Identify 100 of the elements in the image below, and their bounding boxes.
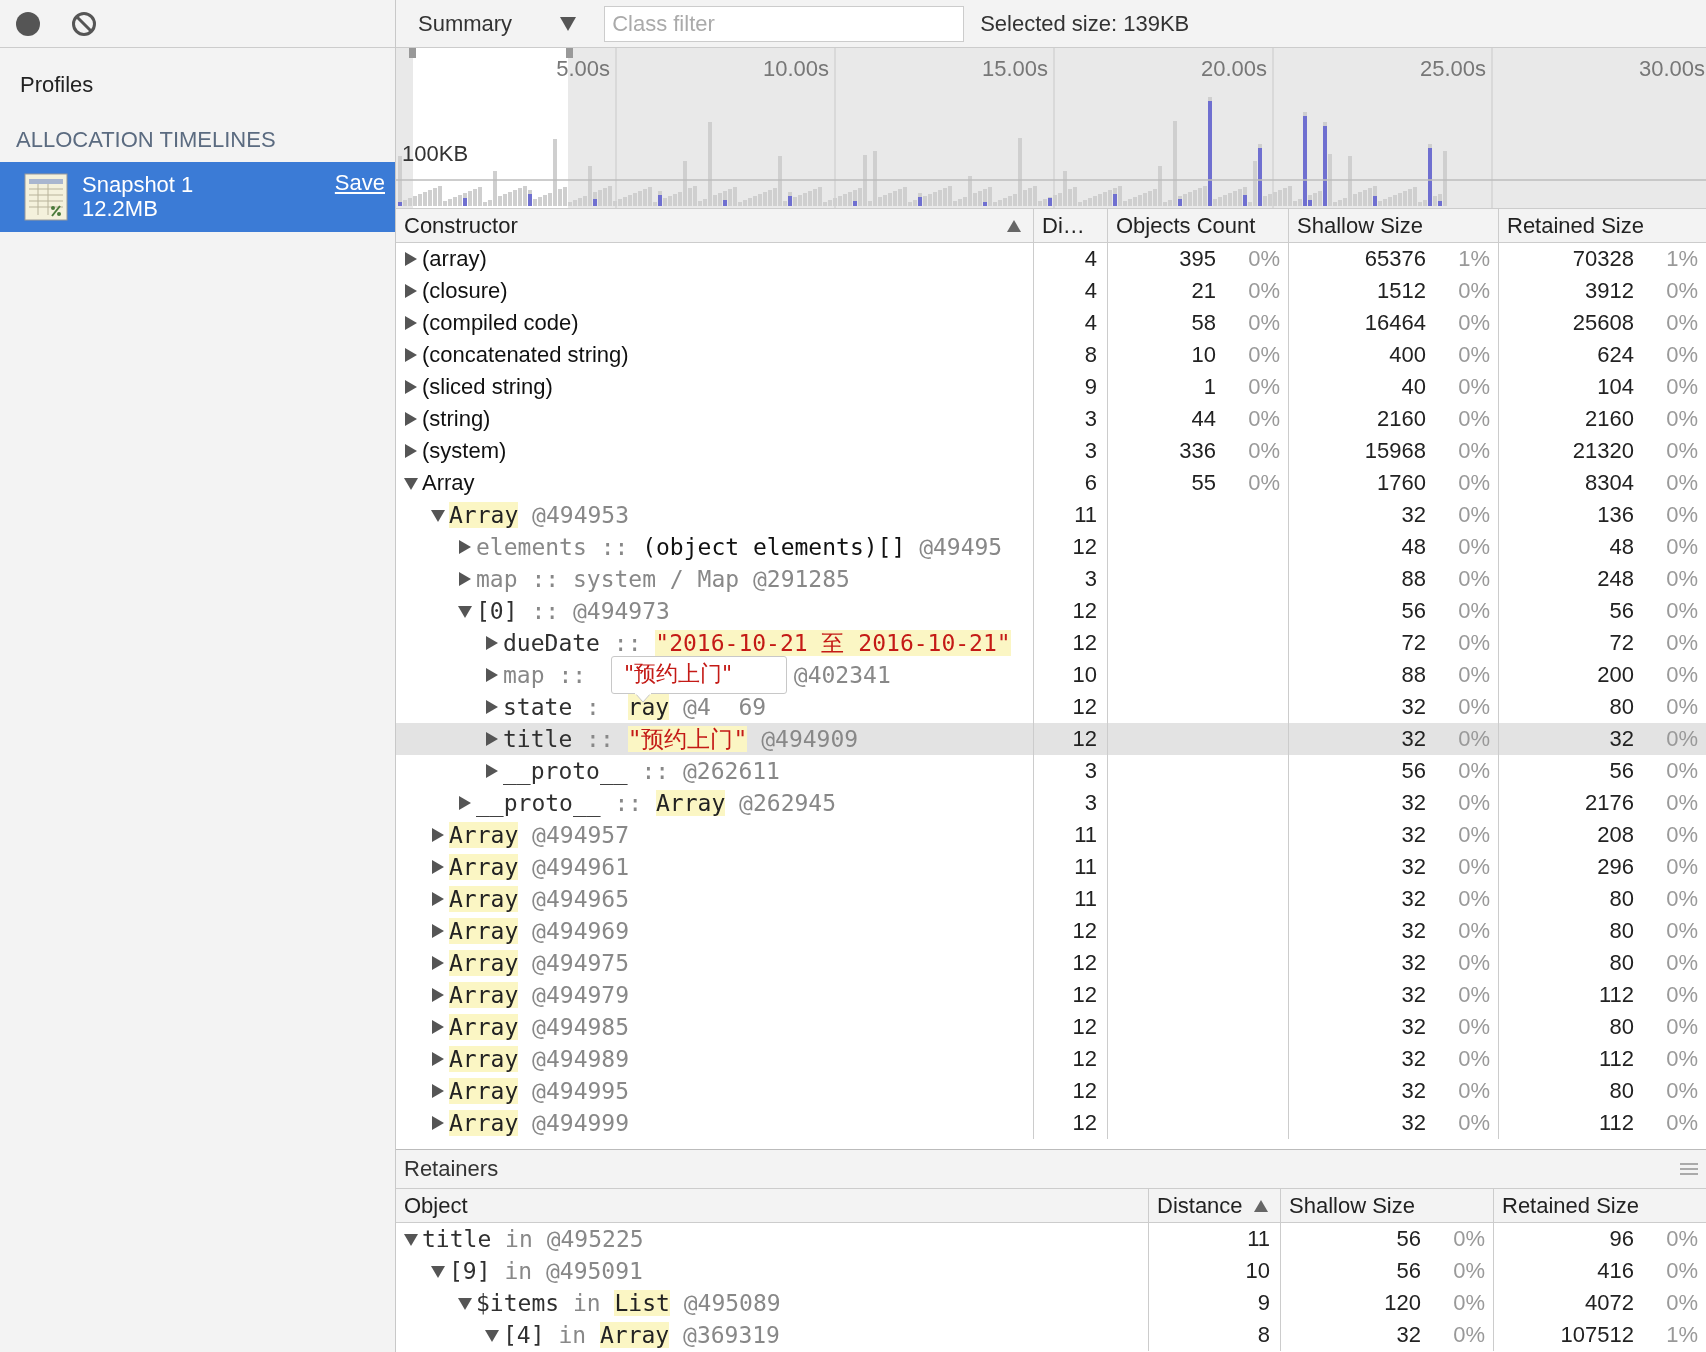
- column-header[interactable]: Objects Count: [1108, 209, 1289, 242]
- table-cell-text: 0%: [1457, 566, 1490, 592]
- table-cell: 12: [1072, 1110, 1097, 1136]
- expand-arrow-icon[interactable]: [485, 700, 499, 714]
- table-cell: 4: [1084, 310, 1097, 336]
- expand-arrow-icon[interactable]: [458, 604, 472, 618]
- column-header[interactable]: Distance: [1149, 1189, 1281, 1222]
- expand-arrow-icon[interactable]: [431, 828, 445, 842]
- table-cell: 88: [1401, 566, 1426, 592]
- view-dropdown[interactable]: Summary: [418, 10, 577, 37]
- expand-arrow-icon[interactable]: [431, 892, 445, 906]
- object-id: @494989: [532, 1046, 630, 1072]
- column-header[interactable]: Shallow Size: [1281, 1189, 1494, 1222]
- expand-arrow-icon[interactable]: [431, 924, 445, 938]
- table-row[interactable]: Array 6 55 0% 1760 0% 8304 0%: [396, 467, 1706, 499]
- table-row[interactable]: Array @494953 11 32 0% 136 0%: [396, 499, 1706, 531]
- table-row[interactable]: (concatenated string) 8 10 0% 400 0% 624 0%: [396, 339, 1706, 371]
- expand-arrow-icon[interactable]: [404, 348, 418, 362]
- table-row[interactable]: Array @494995 12 32 0% 80 0%: [396, 1075, 1706, 1107]
- table-row[interactable]: (compiled code) 4 58 0% 16464 0% 25608 0%: [396, 307, 1706, 339]
- table-row[interactable]: (array) 4 395 0% 65376 1% 70328 1%: [396, 243, 1706, 275]
- table-row[interactable]: Array @494985 12 32 0% 80 0%: [396, 1011, 1706, 1043]
- property-name: [4]: [503, 1322, 545, 1348]
- table-cell: 32: [1401, 1014, 1426, 1040]
- expand-arrow-icon[interactable]: [458, 796, 472, 810]
- table-row[interactable]: map :: system / Map @291285 3 88 0% 248 0%: [396, 563, 1706, 595]
- snapshot-item[interactable]: Snapshot 1 12.2MB Save: [0, 162, 395, 232]
- separator: in: [505, 1226, 533, 1252]
- expand-arrow-icon[interactable]: [485, 636, 499, 650]
- tick-label: 15.00s: [981, 56, 1048, 81]
- expand-arrow-icon[interactable]: [431, 508, 445, 522]
- table-cell-text: 0%: [1665, 1110, 1698, 1136]
- table-cell: 56: [1401, 758, 1426, 784]
- expand-arrow-icon[interactable]: [431, 1020, 445, 1034]
- table-cell-text: 0%: [1452, 1322, 1485, 1348]
- clear-icon[interactable]: [71, 10, 97, 37]
- table-cell-text: 1%: [1457, 246, 1490, 272]
- table-cell: 6: [1084, 470, 1097, 496]
- expand-arrow-icon[interactable]: [404, 444, 418, 458]
- window-handle[interactable]: [409, 48, 416, 58]
- tick-label: 25.00s: [1419, 56, 1486, 81]
- table-cell: 12: [1072, 982, 1097, 1008]
- expand-arrow-icon[interactable]: [404, 380, 418, 394]
- column-header[interactable]: Di…: [1034, 209, 1108, 242]
- table-cell: 21320: [1572, 438, 1634, 464]
- table-row[interactable]: Array @494975 12 32 0% 80 0%: [396, 947, 1706, 979]
- expand-arrow-icon[interactable]: [431, 956, 445, 970]
- expand-arrow-icon[interactable]: [404, 476, 418, 490]
- expand-arrow-icon[interactable]: [431, 1116, 445, 1130]
- separator: ::: [558, 662, 587, 688]
- table-row[interactable]: Array @494957 11 32 0% 208 0%: [396, 819, 1706, 851]
- table-row[interactable]: Array @494961 11 32 0% 296 0%: [396, 851, 1706, 883]
- expand-arrow-icon[interactable]: [431, 1264, 445, 1278]
- expand-arrow-icon[interactable]: [404, 252, 418, 266]
- table-row[interactable]: elements :: (object elements)[] @49495 12 48 0% 48 0%: [396, 531, 1706, 563]
- table-cell-text: 0%: [1665, 1290, 1698, 1316]
- property-name: [0]: [476, 598, 518, 624]
- table-row[interactable]: (sliced string) 9 1 0% 40 0% 104 0%: [396, 371, 1706, 403]
- table-row[interactable]: (system) 3 336 0% 15968 0% 21320 0%: [396, 435, 1706, 467]
- expand-arrow-icon[interactable]: [431, 1084, 445, 1098]
- expand-arrow-icon[interactable]: [458, 572, 472, 586]
- table-row[interactable]: [0] :: @494973 12 56 0% 56 0%: [396, 595, 1706, 627]
- object-id: @494957: [532, 822, 630, 848]
- table-row[interactable]: title :: "预约上门" @494909 12 32 0% 32 0%: [396, 723, 1706, 755]
- expand-arrow-icon[interactable]: [485, 1328, 499, 1342]
- table-row[interactable]: Array @494999 12 32 0% 112 0%: [396, 1107, 1706, 1139]
- column-header[interactable]: Retained Size: [1494, 1189, 1706, 1222]
- column-header[interactable]: Retained Size: [1499, 209, 1706, 242]
- expand-arrow-icon[interactable]: [404, 284, 418, 298]
- expand-arrow-icon[interactable]: [458, 540, 472, 554]
- table-row[interactable]: dueDate :: "2016-10-21 至 2016-10-21" 12 72 0% 72 0%: [396, 627, 1706, 659]
- table-row[interactable]: Array @494965 11 32 0% 80 0%: [396, 883, 1706, 915]
- class-filter-field[interactable]: Class filter: [604, 5, 965, 42]
- expand-arrow-icon[interactable]: [431, 860, 445, 874]
- expand-arrow-icon[interactable]: [485, 764, 499, 778]
- class-name: Array: [449, 854, 519, 880]
- expand-arrow-icon[interactable]: [485, 668, 499, 682]
- table-row[interactable]: __proto__ :: Array @262945 3 32 0% 2176 0%: [396, 787, 1706, 819]
- window-handle[interactable]: [566, 48, 573, 58]
- table-cell: 72: [1609, 630, 1634, 656]
- expand-arrow-icon[interactable]: [485, 732, 499, 746]
- table-row[interactable]: (closure) 4 21 0% 1512 0% 3912 0%: [396, 275, 1706, 307]
- expand-arrow-icon[interactable]: [404, 412, 418, 426]
- expand-arrow-icon[interactable]: [431, 988, 445, 1002]
- table-row[interactable]: (string) 3 44 0% 2160 0% 2160 0%: [396, 403, 1706, 435]
- column-header[interactable]: Constructor: [396, 209, 1034, 242]
- expand-arrow-icon[interactable]: [431, 1052, 445, 1066]
- table-row[interactable]: Array @494989 12 32 0% 112 0%: [396, 1043, 1706, 1075]
- table-cell: 112: [1598, 982, 1634, 1008]
- table-cell: 56: [1396, 1226, 1421, 1252]
- save-link[interactable]: Save: [334, 170, 385, 196]
- table-row[interactable]: Array @494969 12 32 0% 80 0%: [396, 915, 1706, 947]
- column-header[interactable]: Shallow Size: [1289, 209, 1499, 242]
- table-row[interactable]: __proto__ :: @262611 3 56 0% 56 0%: [396, 755, 1706, 787]
- record-icon[interactable]: [15, 10, 41, 37]
- table-row[interactable]: Array @494979 12 32 0% 112 0%: [396, 979, 1706, 1011]
- expand-arrow-icon[interactable]: [404, 316, 418, 330]
- column-header[interactable]: Object: [396, 1189, 1149, 1222]
- expand-arrow-icon[interactable]: [404, 1232, 418, 1246]
- expand-arrow-icon[interactable]: [458, 1296, 472, 1310]
